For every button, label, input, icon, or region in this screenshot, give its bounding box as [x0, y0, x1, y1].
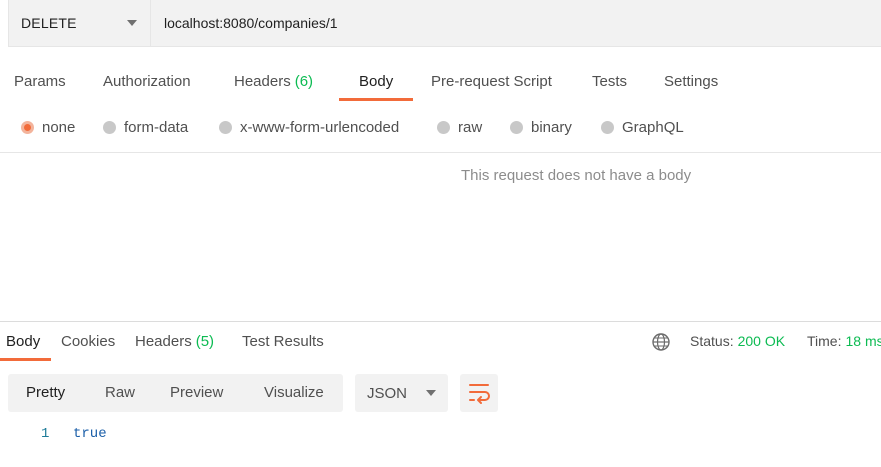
radio-label: none [42, 119, 76, 136]
chevron-down-icon [426, 390, 436, 396]
radio-none[interactable]: none [21, 119, 75, 136]
tab-label: Body [6, 333, 41, 350]
tab-label: Cookies [61, 333, 116, 350]
radio-unselected-icon [601, 121, 614, 134]
line-number: 1 [41, 426, 50, 442]
radio-selected-icon [21, 121, 34, 134]
response-active-tab-indicator [0, 358, 51, 361]
tab-settings[interactable]: Settings [664, 73, 718, 90]
active-tab-indicator [339, 98, 413, 101]
status-value: 200 OK [737, 333, 786, 349]
time-label: Time: [807, 333, 842, 349]
format-preview[interactable]: Preview [170, 384, 223, 401]
tab-headers[interactable]: Headers (6) [234, 73, 313, 90]
tab-label: Authorization [103, 73, 191, 90]
response-tab-body[interactable]: Body [6, 333, 40, 350]
response-headers-count: (5) [195, 333, 215, 350]
time-value: 18 ms [845, 333, 881, 349]
radio-x-www-form-urlencoded[interactable]: x-www-form-urlencoded [219, 119, 399, 136]
tab-label: Settings [664, 73, 719, 90]
radio-unselected-icon [103, 121, 116, 134]
url-bar [151, 0, 881, 47]
tab-authorization[interactable]: Authorization [103, 73, 191, 90]
divider [0, 152, 881, 153]
tab-label: Test Results [242, 333, 324, 350]
radio-label: form-data [124, 119, 189, 136]
language-label: JSON [367, 384, 408, 402]
method-select[interactable]: DELETE [8, 0, 151, 47]
format-pretty[interactable]: Pretty [26, 384, 65, 401]
radio-raw[interactable]: raw [437, 119, 482, 136]
response-time[interactable]: Time: 18 ms [807, 333, 881, 349]
format-raw[interactable]: Raw [105, 384, 135, 401]
tab-label: Body [359, 73, 394, 90]
response-tab-headers[interactable]: Headers (5) [135, 333, 214, 350]
response-tab-test-results[interactable]: Test Results [242, 333, 324, 350]
radio-label: binary [531, 119, 572, 136]
code-line[interactable]: true [73, 426, 107, 442]
empty-body-message: This request does not have a body [461, 167, 692, 184]
response-tab-cookies[interactable]: Cookies [61, 333, 115, 350]
tab-label: Headers [135, 333, 192, 350]
tab-body[interactable]: Body [359, 73, 393, 90]
tab-label: Headers [234, 73, 291, 90]
radio-unselected-icon [510, 121, 523, 134]
wrap-lines-icon [469, 384, 490, 404]
format-visualize[interactable]: Visualize [264, 384, 324, 401]
tab-label: Tests [592, 73, 628, 90]
format-tabs: Pretty Raw Preview Visualize [8, 374, 343, 412]
radio-graphql[interactable]: GraphQL [601, 119, 684, 136]
method-label: DELETE [21, 15, 77, 31]
chevron-down-icon [127, 20, 137, 26]
pane-divider[interactable] [0, 321, 881, 322]
globe-icon[interactable] [651, 332, 671, 352]
language-select[interactable]: JSON [355, 374, 448, 412]
tab-tests[interactable]: Tests [592, 73, 627, 90]
radio-label: x-www-form-urlencoded [240, 119, 400, 136]
radio-form-data[interactable]: form-data [103, 119, 188, 136]
tab-label: Params [14, 73, 66, 90]
headers-count: (6) [294, 73, 314, 90]
radio-label: raw [458, 119, 483, 136]
response-status[interactable]: Status: 200 OK [690, 333, 785, 349]
tab-label: Pre-request Script [431, 73, 552, 90]
url-input[interactable] [164, 15, 764, 31]
radio-unselected-icon [437, 121, 450, 134]
wrap-lines-button[interactable] [460, 374, 498, 412]
radio-unselected-icon [219, 121, 232, 134]
radio-binary[interactable]: binary [510, 119, 572, 136]
radio-label: GraphQL [622, 119, 684, 136]
tab-pre-request-script[interactable]: Pre-request Script [431, 73, 552, 90]
status-label: Status: [690, 333, 734, 349]
tab-params[interactable]: Params [14, 73, 66, 90]
